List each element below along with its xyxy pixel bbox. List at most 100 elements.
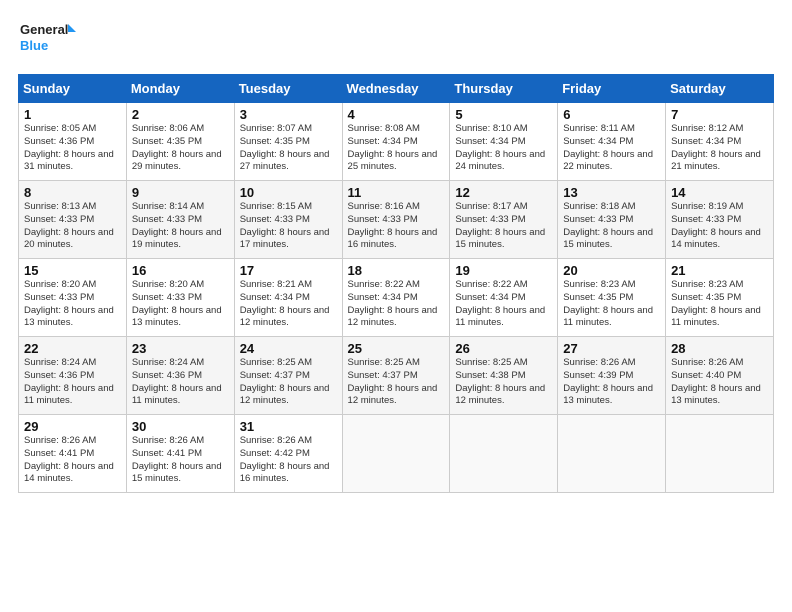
day-info: Sunrise: 8:12 AMSunset: 4:34 PMDaylight:…: [671, 123, 761, 172]
day-cell-25: 25Sunrise: 8:25 AMSunset: 4:37 PMDayligh…: [342, 337, 450, 415]
day-number: 18: [348, 263, 445, 278]
day-number: 4: [348, 107, 445, 122]
day-number: 3: [240, 107, 337, 122]
day-number: 2: [132, 107, 229, 122]
day-number: 31: [240, 419, 337, 434]
day-info: Sunrise: 8:14 AMSunset: 4:33 PMDaylight:…: [132, 201, 222, 250]
day-cell-10: 10Sunrise: 8:15 AMSunset: 4:33 PMDayligh…: [234, 181, 342, 259]
day-header-monday: Monday: [126, 75, 234, 103]
day-info: Sunrise: 8:06 AMSunset: 4:35 PMDaylight:…: [132, 123, 222, 172]
day-info: Sunrise: 8:23 AMSunset: 4:35 PMDaylight:…: [671, 279, 761, 328]
day-number: 19: [455, 263, 552, 278]
day-info: Sunrise: 8:24 AMSunset: 4:36 PMDaylight:…: [132, 357, 222, 406]
week-row-3: 15Sunrise: 8:20 AMSunset: 4:33 PMDayligh…: [19, 259, 774, 337]
day-info: Sunrise: 8:26 AMSunset: 4:41 PMDaylight:…: [132, 435, 222, 484]
day-number: 24: [240, 341, 337, 356]
day-cell-20: 20Sunrise: 8:23 AMSunset: 4:35 PMDayligh…: [558, 259, 666, 337]
day-cell-15: 15Sunrise: 8:20 AMSunset: 4:33 PMDayligh…: [19, 259, 127, 337]
day-cell-4: 4Sunrise: 8:08 AMSunset: 4:34 PMDaylight…: [342, 103, 450, 181]
day-info: Sunrise: 8:10 AMSunset: 4:34 PMDaylight:…: [455, 123, 545, 172]
day-number: 8: [24, 185, 121, 200]
day-info: Sunrise: 8:20 AMSunset: 4:33 PMDaylight:…: [24, 279, 114, 328]
day-info: Sunrise: 8:17 AMSunset: 4:33 PMDaylight:…: [455, 201, 545, 250]
day-info: Sunrise: 8:15 AMSunset: 4:33 PMDaylight:…: [240, 201, 330, 250]
logo: General Blue: [18, 18, 78, 62]
week-row-4: 22Sunrise: 8:24 AMSunset: 4:36 PMDayligh…: [19, 337, 774, 415]
day-number: 13: [563, 185, 660, 200]
day-number: 29: [24, 419, 121, 434]
day-header-sunday: Sunday: [19, 75, 127, 103]
day-info: Sunrise: 8:13 AMSunset: 4:33 PMDaylight:…: [24, 201, 114, 250]
day-info: Sunrise: 8:26 AMSunset: 4:42 PMDaylight:…: [240, 435, 330, 484]
empty-cell: [558, 415, 666, 493]
day-number: 30: [132, 419, 229, 434]
day-info: Sunrise: 8:18 AMSunset: 4:33 PMDaylight:…: [563, 201, 653, 250]
day-number: 21: [671, 263, 768, 278]
day-info: Sunrise: 8:26 AMSunset: 4:41 PMDaylight:…: [24, 435, 114, 484]
day-number: 6: [563, 107, 660, 122]
day-header-thursday: Thursday: [450, 75, 558, 103]
day-header-wednesday: Wednesday: [342, 75, 450, 103]
day-cell-5: 5Sunrise: 8:10 AMSunset: 4:34 PMDaylight…: [450, 103, 558, 181]
day-cell-28: 28Sunrise: 8:26 AMSunset: 4:40 PMDayligh…: [666, 337, 774, 415]
day-info: Sunrise: 8:16 AMSunset: 4:33 PMDaylight:…: [348, 201, 438, 250]
week-row-1: 1Sunrise: 8:05 AMSunset: 4:36 PMDaylight…: [19, 103, 774, 181]
day-info: Sunrise: 8:23 AMSunset: 4:35 PMDaylight:…: [563, 279, 653, 328]
day-header-saturday: Saturday: [666, 75, 774, 103]
day-number: 28: [671, 341, 768, 356]
day-cell-19: 19Sunrise: 8:22 AMSunset: 4:34 PMDayligh…: [450, 259, 558, 337]
day-number: 17: [240, 263, 337, 278]
calendar-container: General Blue SundayMondayTuesdayWednesda…: [0, 0, 792, 503]
day-cell-23: 23Sunrise: 8:24 AMSunset: 4:36 PMDayligh…: [126, 337, 234, 415]
day-cell-12: 12Sunrise: 8:17 AMSunset: 4:33 PMDayligh…: [450, 181, 558, 259]
day-cell-24: 24Sunrise: 8:25 AMSunset: 4:37 PMDayligh…: [234, 337, 342, 415]
logo-svg: General Blue: [18, 18, 78, 62]
day-cell-26: 26Sunrise: 8:25 AMSunset: 4:38 PMDayligh…: [450, 337, 558, 415]
day-cell-17: 17Sunrise: 8:21 AMSunset: 4:34 PMDayligh…: [234, 259, 342, 337]
day-info: Sunrise: 8:19 AMSunset: 4:33 PMDaylight:…: [671, 201, 761, 250]
day-info: Sunrise: 8:26 AMSunset: 4:39 PMDaylight:…: [563, 357, 653, 406]
day-info: Sunrise: 8:21 AMSunset: 4:34 PMDaylight:…: [240, 279, 330, 328]
svg-text:General: General: [20, 22, 68, 37]
day-cell-18: 18Sunrise: 8:22 AMSunset: 4:34 PMDayligh…: [342, 259, 450, 337]
day-number: 14: [671, 185, 768, 200]
day-number: 9: [132, 185, 229, 200]
day-info: Sunrise: 8:08 AMSunset: 4:34 PMDaylight:…: [348, 123, 438, 172]
day-cell-1: 1Sunrise: 8:05 AMSunset: 4:36 PMDaylight…: [19, 103, 127, 181]
calendar-table: SundayMondayTuesdayWednesdayThursdayFrid…: [18, 74, 774, 493]
day-cell-29: 29Sunrise: 8:26 AMSunset: 4:41 PMDayligh…: [19, 415, 127, 493]
day-info: Sunrise: 8:20 AMSunset: 4:33 PMDaylight:…: [132, 279, 222, 328]
day-info: Sunrise: 8:25 AMSunset: 4:37 PMDaylight:…: [240, 357, 330, 406]
day-info: Sunrise: 8:07 AMSunset: 4:35 PMDaylight:…: [240, 123, 330, 172]
day-info: Sunrise: 8:05 AMSunset: 4:36 PMDaylight:…: [24, 123, 114, 172]
day-cell-30: 30Sunrise: 8:26 AMSunset: 4:41 PMDayligh…: [126, 415, 234, 493]
day-info: Sunrise: 8:22 AMSunset: 4:34 PMDaylight:…: [348, 279, 438, 328]
empty-cell: [666, 415, 774, 493]
day-info: Sunrise: 8:25 AMSunset: 4:38 PMDaylight:…: [455, 357, 545, 406]
day-cell-2: 2Sunrise: 8:06 AMSunset: 4:35 PMDaylight…: [126, 103, 234, 181]
day-header-friday: Friday: [558, 75, 666, 103]
week-row-5: 29Sunrise: 8:26 AMSunset: 4:41 PMDayligh…: [19, 415, 774, 493]
day-number: 15: [24, 263, 121, 278]
day-cell-21: 21Sunrise: 8:23 AMSunset: 4:35 PMDayligh…: [666, 259, 774, 337]
day-info: Sunrise: 8:11 AMSunset: 4:34 PMDaylight:…: [563, 123, 653, 172]
day-cell-8: 8Sunrise: 8:13 AMSunset: 4:33 PMDaylight…: [19, 181, 127, 259]
day-number: 23: [132, 341, 229, 356]
week-row-2: 8Sunrise: 8:13 AMSunset: 4:33 PMDaylight…: [19, 181, 774, 259]
day-number: 10: [240, 185, 337, 200]
day-cell-13: 13Sunrise: 8:18 AMSunset: 4:33 PMDayligh…: [558, 181, 666, 259]
day-cell-7: 7Sunrise: 8:12 AMSunset: 4:34 PMDaylight…: [666, 103, 774, 181]
day-cell-3: 3Sunrise: 8:07 AMSunset: 4:35 PMDaylight…: [234, 103, 342, 181]
day-cell-27: 27Sunrise: 8:26 AMSunset: 4:39 PMDayligh…: [558, 337, 666, 415]
day-cell-11: 11Sunrise: 8:16 AMSunset: 4:33 PMDayligh…: [342, 181, 450, 259]
day-number: 11: [348, 185, 445, 200]
day-number: 16: [132, 263, 229, 278]
day-number: 5: [455, 107, 552, 122]
day-cell-9: 9Sunrise: 8:14 AMSunset: 4:33 PMDaylight…: [126, 181, 234, 259]
day-info: Sunrise: 8:24 AMSunset: 4:36 PMDaylight:…: [24, 357, 114, 406]
day-number: 25: [348, 341, 445, 356]
day-cell-14: 14Sunrise: 8:19 AMSunset: 4:33 PMDayligh…: [666, 181, 774, 259]
day-cell-6: 6Sunrise: 8:11 AMSunset: 4:34 PMDaylight…: [558, 103, 666, 181]
day-number: 1: [24, 107, 121, 122]
day-info: Sunrise: 8:25 AMSunset: 4:37 PMDaylight:…: [348, 357, 438, 406]
